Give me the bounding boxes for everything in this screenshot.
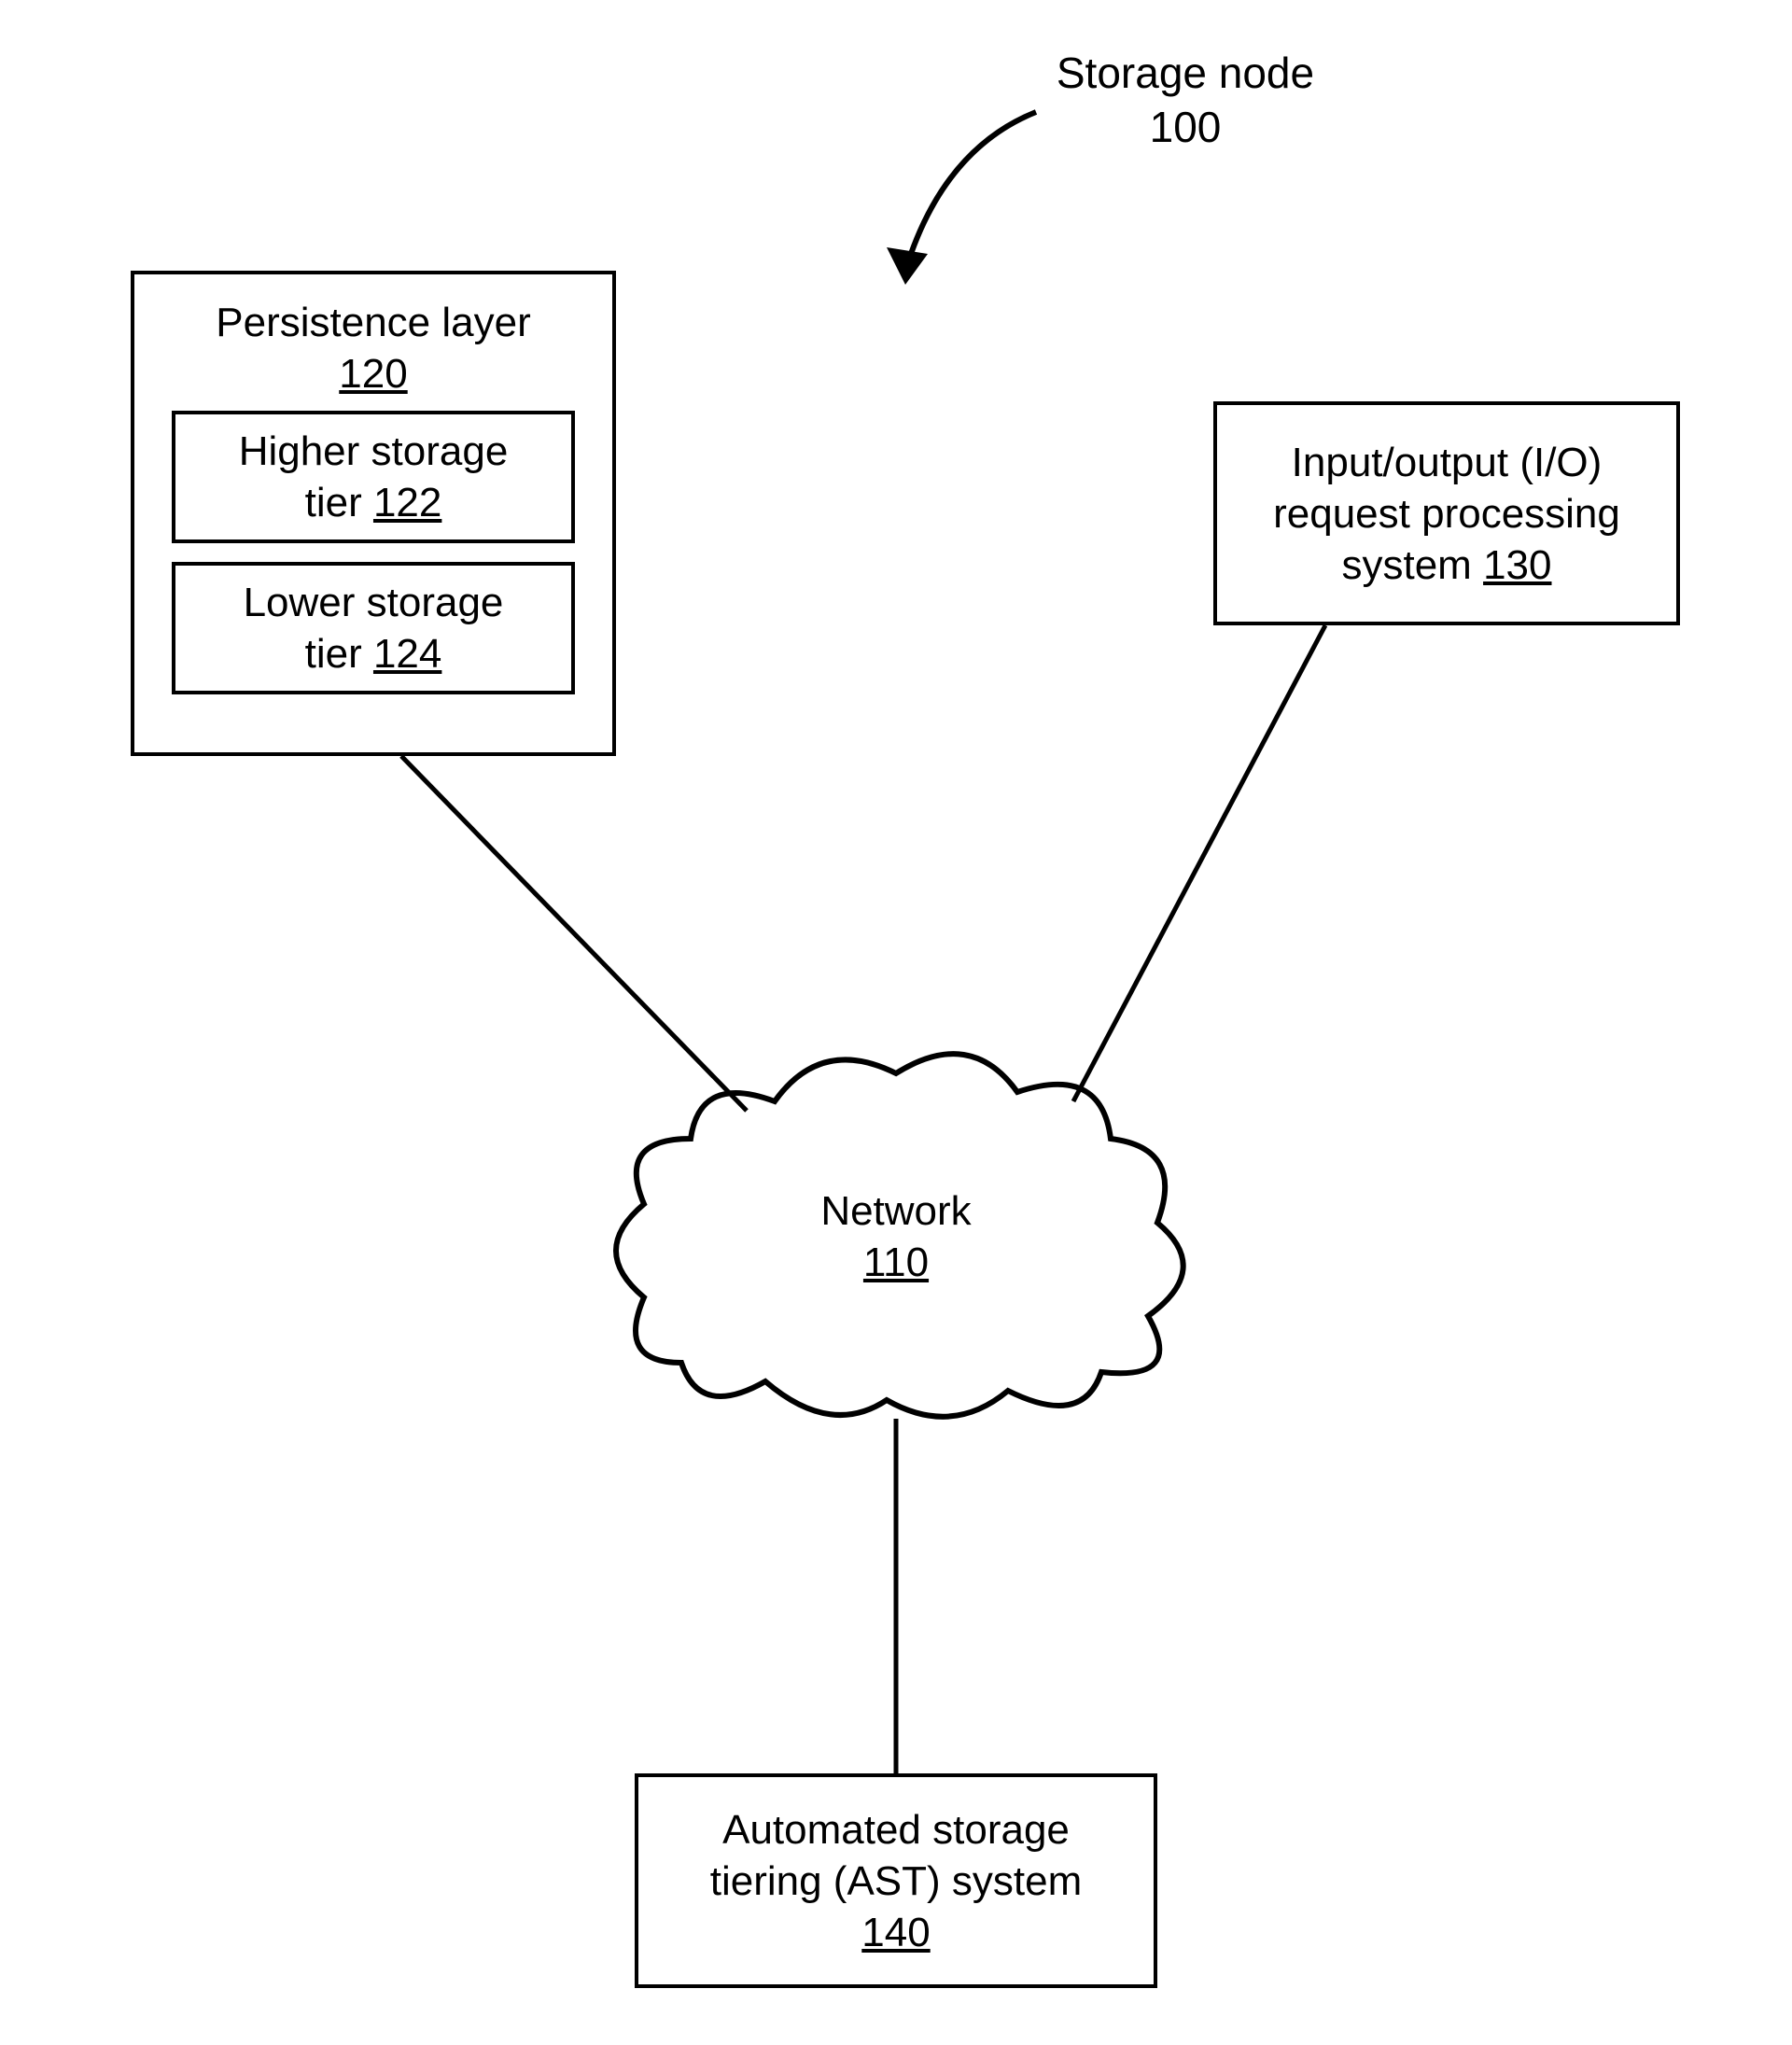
connector-network-to-ast bbox=[0, 0, 1792, 2045]
diagram-canvas: Storage node 100 Persistence layer 120 H… bbox=[0, 0, 1792, 2045]
